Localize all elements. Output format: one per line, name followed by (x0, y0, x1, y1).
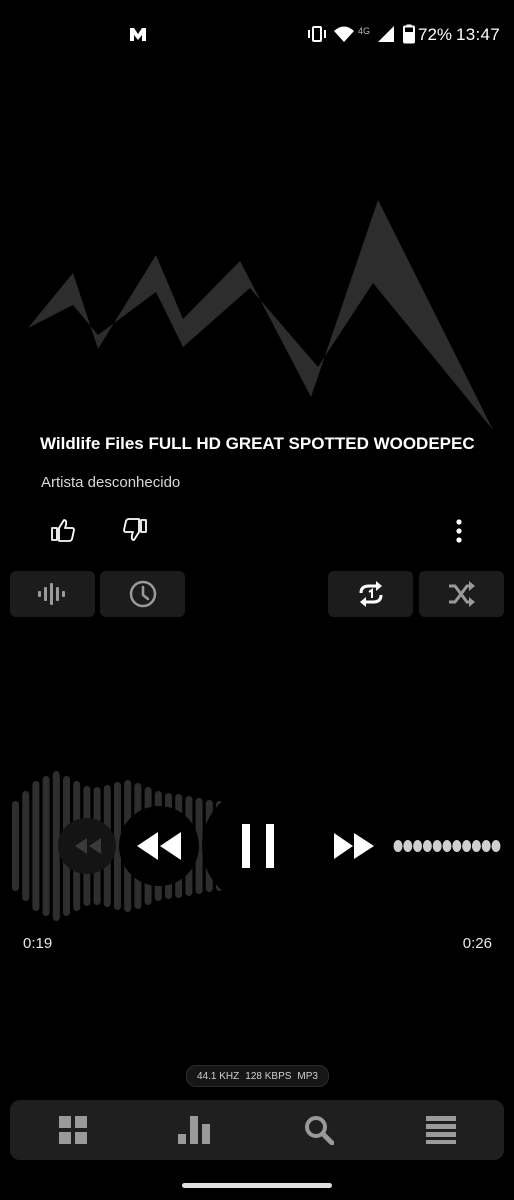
waveform-bar (442, 840, 452, 852)
nav-menu[interactable] (408, 1110, 474, 1150)
dislike-button[interactable] (118, 514, 152, 546)
fast-forward-icon (334, 833, 374, 859)
skip-back-button[interactable] (58, 818, 116, 874)
waveform-bar (452, 840, 462, 852)
thumbs-down-icon (123, 518, 147, 541)
vibrate-icon (308, 26, 326, 42)
battery-percent: 72% (418, 25, 453, 44)
fast-forward-button[interactable] (326, 822, 382, 870)
rewind-icon (75, 838, 101, 854)
thumbs-up-icon (51, 519, 75, 542)
nav-charts[interactable] (162, 1110, 228, 1150)
home-indicator[interactable] (182, 1183, 332, 1188)
waveform-bar (432, 840, 442, 852)
bitrate: 128 KBPS (245, 1070, 292, 1082)
format: MP3 (297, 1070, 318, 1082)
sample-rate: 44.1 KHZ (197, 1070, 240, 1082)
waveform-bar (462, 840, 472, 852)
waveform-bar (413, 840, 423, 852)
waveform-bar (422, 840, 432, 852)
network-label: 4G (358, 26, 371, 36)
search-icon (305, 1116, 334, 1145)
bottom-navigation (10, 1100, 504, 1160)
wifi-icon (334, 26, 354, 42)
status-bar: 4G 72% 13:47 (0, 0, 514, 70)
like-button[interactable] (46, 514, 80, 546)
waveform-bar (32, 781, 40, 911)
waveform-bar (22, 791, 30, 901)
equalizer-icon (37, 583, 65, 605)
album-artwork (28, 200, 493, 430)
waveform-bar (481, 840, 491, 852)
nav-search[interactable] (286, 1110, 352, 1150)
waveform-bar (491, 840, 501, 852)
equalizer-button[interactable] (10, 571, 95, 617)
signal-icon (378, 26, 394, 42)
audio-format-info: 44.1 KHZ 128 KBPS MP3 (186, 1065, 329, 1087)
nav-library[interactable] (40, 1110, 106, 1150)
more-options-button[interactable] (446, 516, 472, 546)
pause-icon (242, 824, 274, 868)
battery-icon (403, 24, 415, 44)
waveform-bar (42, 776, 50, 916)
rewind-button[interactable] (119, 806, 199, 886)
repeat-one-button[interactable] (328, 571, 413, 617)
menu-icon (426, 1116, 456, 1144)
more-vert-icon (456, 519, 462, 543)
total-time: 0:26 (462, 935, 492, 952)
bar-chart-icon (178, 1116, 210, 1144)
track-artist[interactable]: Artista desconhecido (41, 474, 180, 491)
shuffle-icon (448, 581, 475, 607)
grid-icon (59, 1116, 87, 1144)
waveform-bar (471, 840, 481, 852)
elapsed-time: 0:19 (23, 935, 53, 952)
clock: 13:47 (455, 25, 500, 44)
waveform-bar (393, 840, 403, 852)
pause-button[interactable] (202, 788, 314, 904)
waveform-bar (403, 840, 413, 852)
app-logo-icon (130, 28, 146, 41)
repeat-one-icon (359, 581, 382, 607)
shuffle-button[interactable] (419, 571, 504, 617)
history-button[interactable] (100, 571, 185, 617)
waveform-bar (12, 801, 19, 891)
history-icon (129, 580, 156, 608)
rewind-icon (137, 832, 181, 860)
track-title: Wildlife Files FULL HD GREAT SPOTTED WOO… (40, 434, 475, 453)
